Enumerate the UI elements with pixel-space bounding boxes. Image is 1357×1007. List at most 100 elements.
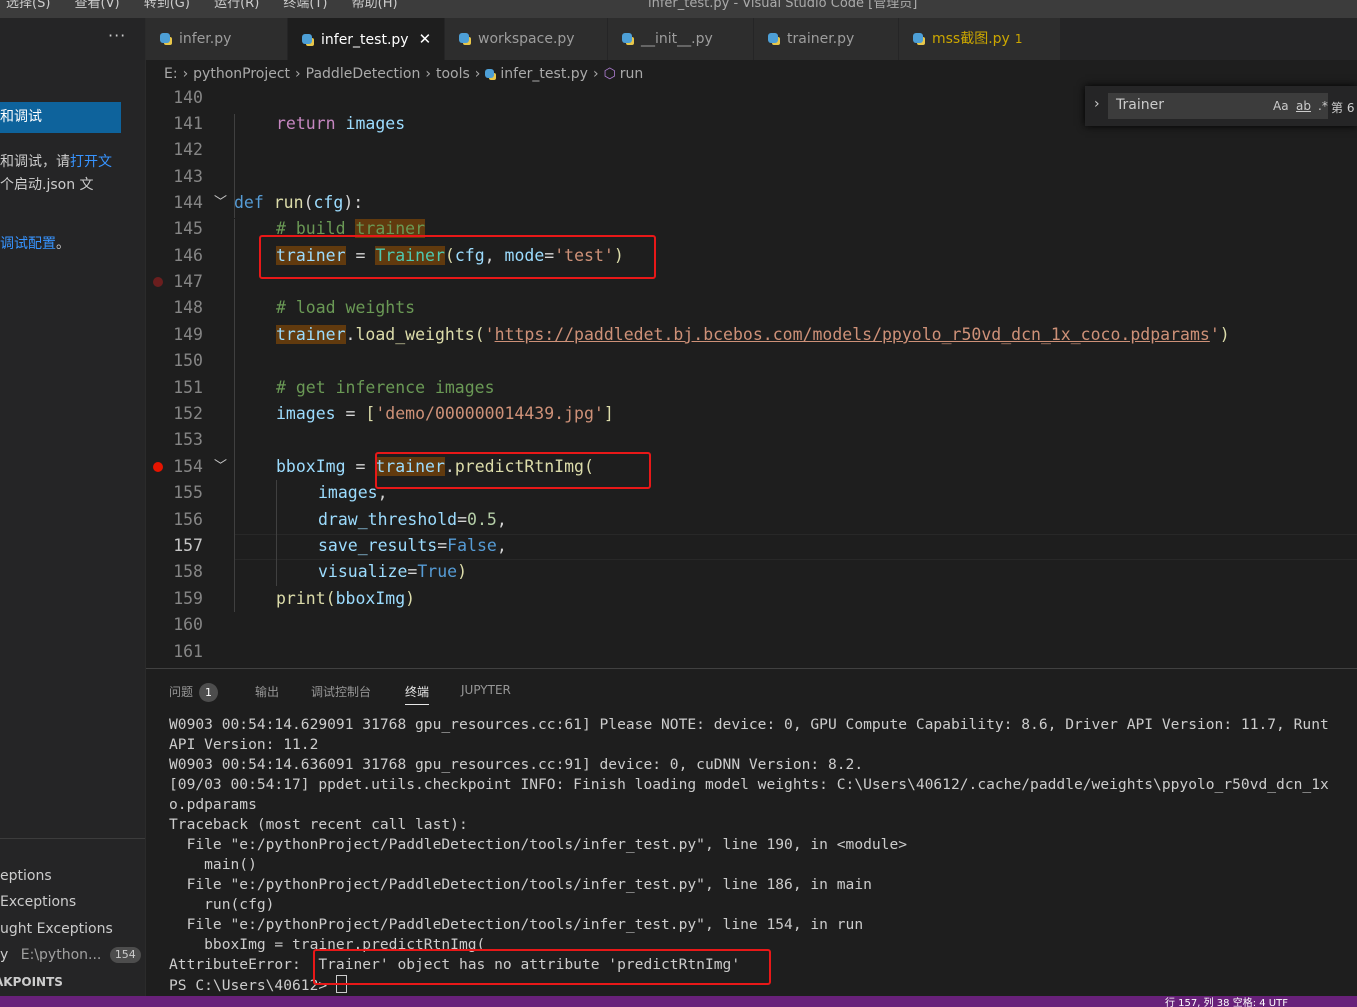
- sidebar-hint-end: 。: [56, 236, 70, 252]
- code-token: (: [303, 193, 314, 212]
- fold-chevron-icon[interactable]: ﹀: [214, 454, 227, 480]
- breakpoint-line-badge: 154: [109, 947, 141, 963]
- run-and-debug-button[interactable]: 行和调试: [0, 102, 121, 133]
- tab-label: infer_test.py: [321, 32, 409, 48]
- tab-problems[interactable]: 问题 1: [169, 683, 219, 702]
- tab-infer-test[interactable]: infer_test.py ✕: [288, 18, 445, 60]
- breadcrumb-item[interactable]: infer_test.py: [500, 66, 588, 82]
- tab-label: trainer.py: [787, 31, 855, 47]
- terminal-line: run(cfg): [169, 896, 275, 913]
- more-actions-icon[interactable]: ···: [108, 26, 126, 45]
- line-number: 144: [173, 193, 203, 212]
- line-number-current: 157: [173, 536, 203, 555]
- code-token: return: [276, 114, 336, 133]
- toggle-replace-chevron-icon[interactable]: ›: [1094, 96, 1100, 112]
- open-file-link[interactable]: 打开文: [70, 154, 112, 170]
- chevron-right-icon: ›: [425, 66, 431, 82]
- code-line: 150: [146, 348, 1357, 374]
- menu-help[interactable]: 帮助(H): [352, 0, 398, 11]
- code-token: .: [345, 325, 356, 344]
- code-token: ): [457, 562, 468, 581]
- terminal-prompt: PS C:\Users\40612>: [169, 977, 336, 994]
- code-token: =: [457, 510, 468, 529]
- status-cursor-position[interactable]: 行 157, 列 38 空格: 4 UTF: [1165, 996, 1288, 1007]
- title-bar: 选择(S) 查看(V) 转到(G) 运行(R) 终端(T) 帮助(H) infe…: [0, 0, 1357, 18]
- breadcrumb-item[interactable]: E:: [164, 66, 178, 82]
- sidebar-hint-line-1: 和调试，请打开文: [0, 151, 112, 171]
- code-line: 161: [146, 639, 1357, 665]
- bottom-panel: 问题 1 输出 调试控制台 终端 JUPYTER W0903 00:54:14.6…: [146, 668, 1357, 997]
- fold-chevron-icon[interactable]: ﹀: [214, 190, 227, 216]
- code-token: ]: [603, 404, 614, 423]
- code-line: 155 images,: [146, 480, 1357, 506]
- terminal-line: W0903 00:54:14.636091 31768 gpu_resource…: [169, 756, 864, 773]
- menu-terminal[interactable]: 终端(T): [283, 0, 327, 11]
- tab-jupyter[interactable]: JUPYTER: [461, 683, 511, 697]
- code-token: load_weights: [355, 325, 475, 344]
- code-token: ): [405, 589, 416, 608]
- breadcrumb-item[interactable]: pythonProject: [193, 66, 290, 82]
- code-token: =: [437, 536, 448, 555]
- code-token: images: [276, 404, 336, 423]
- tab-trainer[interactable]: trainer.py: [754, 18, 899, 60]
- tab-mss-screenshot[interactable]: mss截图.py 1: [899, 18, 1061, 60]
- find-input[interactable]: Trainer Aa ab .*: [1108, 93, 1328, 119]
- use-regex-icon[interactable]: .*: [1318, 99, 1328, 113]
- match-case-icon[interactable]: Aa: [1273, 99, 1289, 113]
- url-link[interactable]: https://paddledet.bj.bcebos.com/models/p…: [495, 325, 1210, 344]
- close-icon[interactable]: ✕: [419, 30, 432, 48]
- tab-terminal[interactable]: 终端: [405, 683, 430, 705]
- line-number: 156: [173, 510, 203, 529]
- code-line: 158 visualize=True): [146, 559, 1357, 585]
- line-number: 154: [173, 457, 203, 476]
- menu-selection[interactable]: 选择(S): [6, 0, 50, 11]
- tab-debug-console[interactable]: 调试控制台: [311, 683, 371, 700]
- terminal-line: API Version: 11.2: [169, 736, 319, 753]
- tab-workspace[interactable]: workspace.py: [445, 18, 608, 60]
- line-number: 145: [173, 219, 203, 238]
- terminal-line: File "e:/pythonProject/PaddleDetection/t…: [169, 876, 872, 893]
- debug-config-link[interactable]: 调试配置: [0, 236, 56, 252]
- menu-view[interactable]: 查看(V): [75, 0, 120, 11]
- method-icon: ⬡: [603, 66, 616, 82]
- breakpoint-item-file[interactable]: y E:\python... 154: [0, 947, 141, 963]
- chevron-right-icon: ›: [182, 66, 189, 82]
- breakpoint-item-user-uncaught-exceptions[interactable]: ught Exceptions: [0, 921, 113, 937]
- editor-tab-bar: infer.py infer_test.py ✕ workspace.py __i…: [146, 18, 1357, 60]
- line-number: 160: [173, 615, 203, 634]
- breakpoint-item-raised-exceptions[interactable]: eptions: [0, 868, 52, 884]
- code-editor[interactable]: 140 141 return images 142 143 144 ﹀ def run…: [146, 88, 1357, 668]
- line-number: 152: [173, 404, 203, 423]
- code-token: # load weights: [276, 298, 416, 317]
- breakpoint-item-uncaught-exceptions[interactable]: Exceptions: [0, 894, 76, 910]
- tab-output[interactable]: 输出: [255, 683, 279, 700]
- match-whole-word-icon[interactable]: ab: [1296, 99, 1311, 113]
- problems-count-badge: 1: [199, 683, 219, 702]
- code-token: (: [325, 589, 336, 608]
- code-token: =: [345, 457, 376, 476]
- menu-go[interactable]: 转到(G): [144, 0, 190, 11]
- breadcrumb-item[interactable]: run: [620, 66, 644, 82]
- line-number: 158: [173, 562, 203, 581]
- tab-init[interactable]: __init__.py: [608, 18, 754, 60]
- code-token: save_results: [318, 536, 438, 555]
- code-line: 153: [146, 427, 1357, 453]
- code-line: 159 print(bboxImg): [146, 586, 1357, 612]
- tab-infer[interactable]: infer.py: [146, 18, 288, 60]
- match-count: 第 6: [1331, 101, 1355, 115]
- code-token: ,: [496, 510, 507, 529]
- code-token: cfg: [313, 193, 344, 212]
- code-token: ': [484, 325, 495, 344]
- menu-run[interactable]: 运行(R): [214, 0, 259, 11]
- breadcrumb-item[interactable]: PaddleDetection: [306, 66, 421, 82]
- breadcrumb-item[interactable]: tools: [436, 66, 470, 82]
- breakpoints-section-title[interactable]: AKPOINTS: [0, 975, 63, 989]
- line-number: 161: [173, 642, 203, 661]
- line-number: 150: [173, 351, 203, 370]
- line-number: 142: [173, 140, 203, 159]
- code-token: images: [345, 114, 406, 133]
- code-line: 152 images = ['demo/000000014439.jpg']: [146, 401, 1357, 427]
- line-number: 149: [173, 325, 203, 344]
- terminal-line: Traceback (most recent call last):: [169, 816, 468, 833]
- code-line: 156 draw_threshold=0.5,: [146, 507, 1357, 533]
